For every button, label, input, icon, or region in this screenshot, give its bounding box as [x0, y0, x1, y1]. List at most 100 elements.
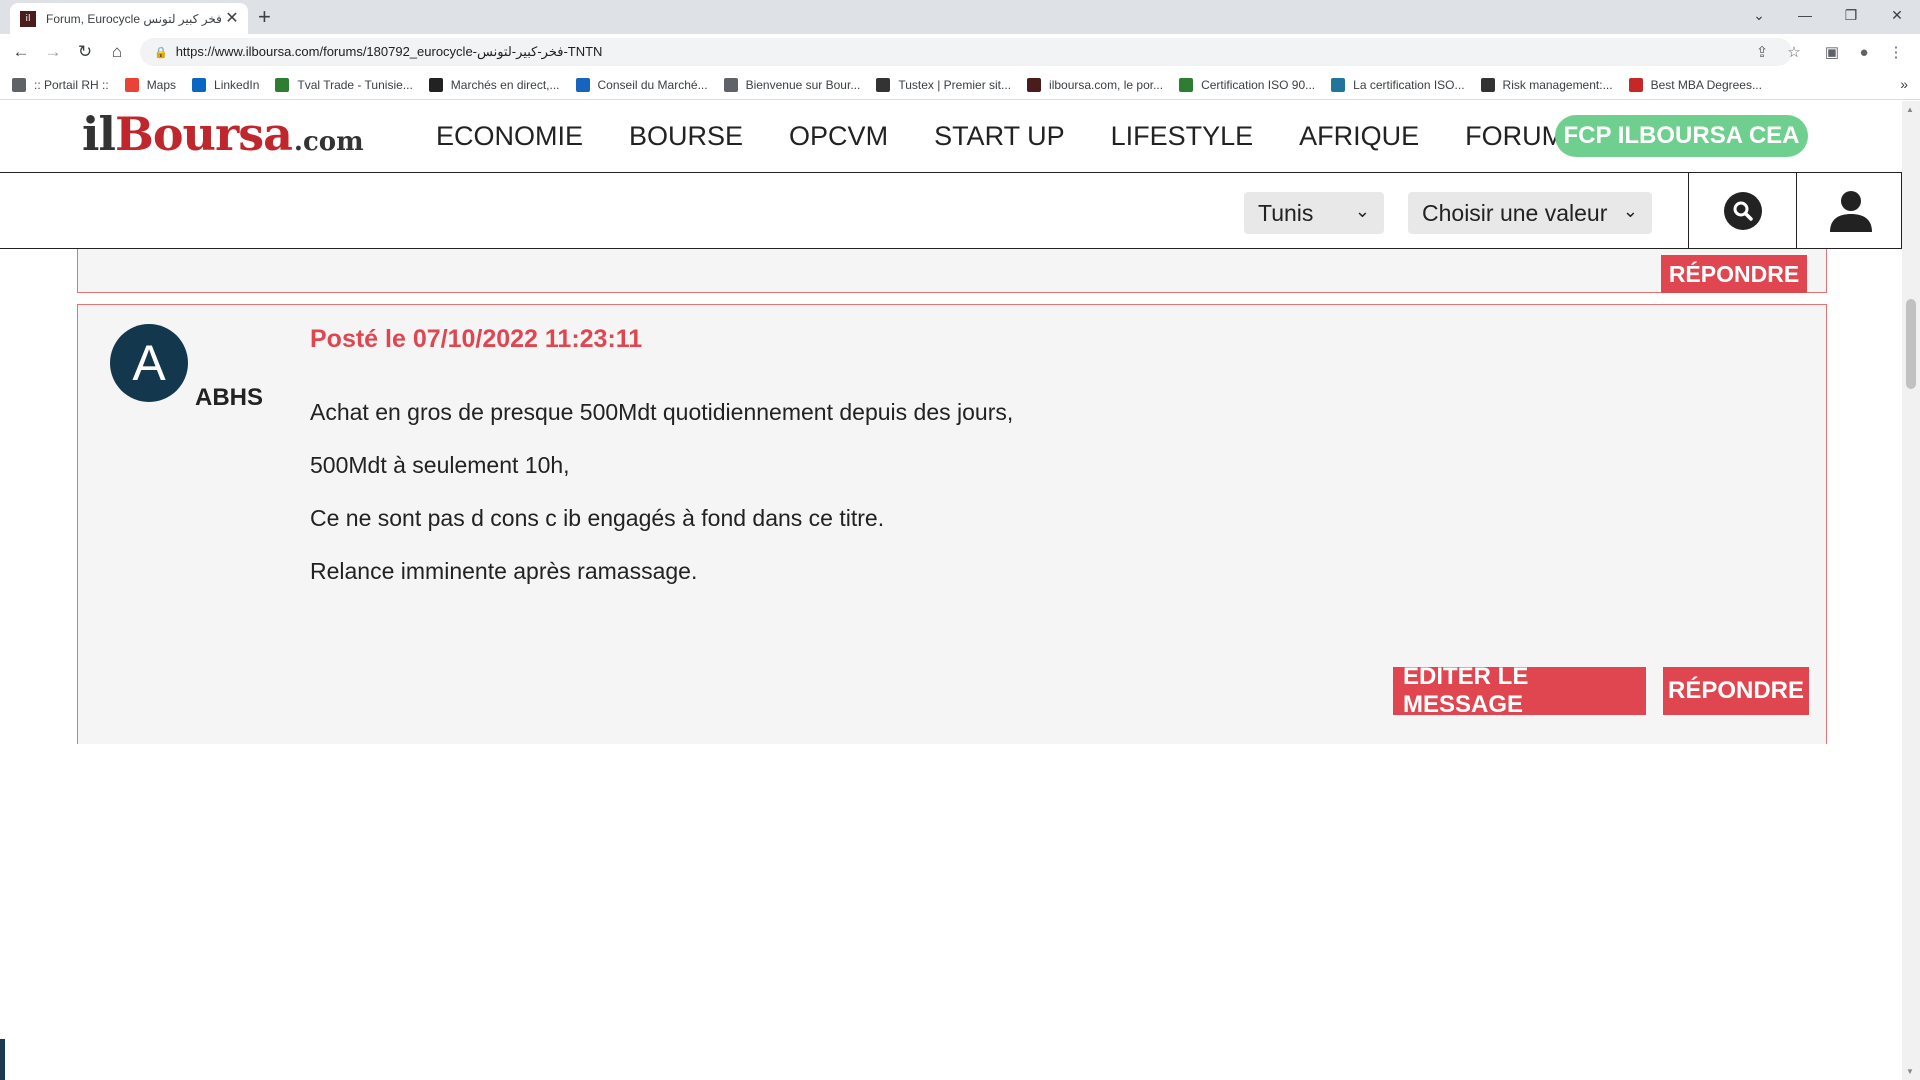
- browser-tabbar: il Forum, Eurocycle فخر كبير لتونس ✕ + ⌄…: [0, 0, 1920, 34]
- site-header: il Boursa .com ECONOMIE BOURSE OPCVM START …: [0, 101, 1902, 173]
- tval-icon: [275, 77, 290, 92]
- wordpress-icon: [1331, 77, 1346, 92]
- bookmark-label: Risk management:...: [1502, 77, 1613, 92]
- play-icon: [1179, 77, 1194, 92]
- post-paragraph: Relance imminente après ramassage.: [310, 558, 698, 584]
- bookmark-label: Maps: [146, 77, 177, 92]
- user-icon: [1829, 191, 1872, 232]
- bookmarks-bar: :: Portail RH :: Maps LinkedIn Tval Trade -…: [0, 70, 1920, 100]
- bookmark-item[interactable]: Certification ISO 90...: [1179, 77, 1316, 92]
- market-select[interactable]: Tunis ⌄: [1244, 192, 1384, 234]
- bookmark-item[interactable]: Bienvenue sur Bour...: [723, 77, 861, 92]
- bookmark-label: Tval Trade - Tunisie...: [297, 77, 413, 92]
- ilboursa-icon: [1027, 77, 1042, 92]
- site-logo[interactable]: il Boursa .com: [82, 107, 364, 167]
- edit-message-button[interactable]: EDITER LE MESSAGE: [1393, 663, 1646, 718]
- tustex-icon: [876, 77, 891, 92]
- forward-icon[interactable]: →: [41, 40, 65, 64]
- bookmarks-more-icon[interactable]: »: [1900, 76, 1908, 92]
- url-field[interactable]: 🔒 https://www.ilboursa.com/forums/180792…: [140, 38, 1792, 66]
- bookmark-item[interactable]: La certification ISO...: [1331, 77, 1465, 92]
- web-page: RÉPONDRE il Boursa .com ECONOMIE BOURSE OP…: [0, 101, 1920, 1080]
- restore-icon[interactable]: ❐: [1828, 0, 1874, 30]
- chevron-down-icon: ⌄: [1622, 201, 1638, 221]
- shield-icon: [1628, 77, 1643, 92]
- home-icon[interactable]: ⌂: [105, 40, 129, 64]
- bookmark-label: Conseil du Marché...: [597, 77, 708, 92]
- bookmark-item[interactable]: ilboursa.com, le por...: [1027, 77, 1164, 92]
- bookmark-item[interactable]: Maps: [124, 77, 177, 92]
- new-tab-icon[interactable]: +: [258, 5, 271, 29]
- search-button[interactable]: [1688, 173, 1796, 249]
- scrollbar-thumb[interactable]: [1906, 299, 1916, 389]
- nav-item-start-up[interactable]: START UP: [934, 121, 1065, 152]
- maps-pin-icon: [124, 77, 139, 92]
- post-author[interactable]: ABHS: [195, 384, 263, 412]
- bookmark-label: Marchés en direct,...: [450, 77, 560, 92]
- bookmark-star-icon[interactable]: ☆: [1782, 40, 1806, 64]
- avatar: A: [110, 324, 188, 402]
- value-select[interactable]: Choisir une valeur ⌄: [1408, 192, 1652, 234]
- reply-button[interactable]: RÉPONDRE: [1663, 667, 1809, 715]
- nav-item-forum[interactable]: FORUM: [1465, 121, 1564, 152]
- scroll-up-icon[interactable]: ▲: [1906, 105, 1914, 114]
- previous-reply-button[interactable]: RÉPONDRE: [1661, 255, 1807, 293]
- bookmark-label: ilboursa.com, le por...: [1049, 77, 1164, 92]
- triangle-icon: [575, 77, 590, 92]
- bookmark-item[interactable]: LinkedIn: [192, 77, 260, 92]
- forum-post: A ABHS Posté le 07/10/2022 11:23:11 Acha…: [77, 304, 1827, 744]
- sub-header: Tunis ⌄ Choisir une valeur ⌄: [0, 173, 1902, 249]
- tab-title: Forum, Eurocycle فخر كبير لتونس: [46, 11, 222, 26]
- nav-item-opcvm[interactable]: OPCVM: [789, 121, 888, 152]
- chevron-down-icon: ⌄: [1354, 201, 1370, 221]
- nav-item-afrique[interactable]: AFRIQUE: [1299, 121, 1419, 152]
- bookmark-item[interactable]: Marchés en direct,...: [428, 77, 560, 92]
- back-icon[interactable]: ←: [9, 40, 33, 64]
- tab-close-icon[interactable]: ✕: [224, 10, 240, 27]
- nav-item-lifestyle[interactable]: LIFESTYLE: [1111, 121, 1254, 152]
- bookmark-item[interactable]: Tustex | Premier sit...: [876, 77, 1012, 92]
- url-text: https://www.ilboursa.com/forums/180792_e…: [175, 44, 603, 59]
- post-paragraph: Achat en gros de presque 500Mdt quotidie…: [310, 399, 1014, 425]
- page-scrollbar[interactable]: ▲ ▼: [1902, 101, 1920, 1080]
- bookmark-label: :: Portail RH ::: [34, 77, 109, 92]
- qr-icon: [1480, 77, 1495, 92]
- bookmark-label: Tustex | Premier sit...: [898, 77, 1012, 92]
- bookmark-item[interactable]: Risk management:...: [1480, 77, 1613, 92]
- bookmark-item[interactable]: Conseil du Marché...: [575, 77, 708, 92]
- left-edge-marker: [0, 1039, 5, 1080]
- main-nav: ECONOMIE BOURSE OPCVM START UP LIFESTYLE AFRI…: [436, 121, 1610, 152]
- investing-icon: [428, 77, 443, 92]
- minimize-icon[interactable]: —: [1782, 0, 1828, 30]
- bookmark-item[interactable]: Best MBA Degrees...: [1628, 77, 1762, 92]
- ilboursa-favicon-icon: il: [20, 10, 36, 27]
- post-paragraph: 500Mdt à seulement 10h,: [310, 452, 570, 478]
- account-button[interactable]: [1796, 173, 1904, 249]
- bookmark-label: LinkedIn: [214, 77, 260, 92]
- post-paragraph: Ce ne sont pas d cons c ib engagés à fon…: [310, 505, 885, 531]
- lock-icon: 🔒: [154, 46, 168, 59]
- nav-item-economie[interactable]: ECONOMIE: [436, 121, 583, 152]
- post-date: Posté le 07/10/2022 11:23:11: [310, 325, 643, 353]
- post-body: Achat en gros de presque 500Mdt quotidie…: [310, 398, 1710, 610]
- nav-item-bourse[interactable]: BOURSE: [629, 121, 743, 152]
- linkedin-icon: [192, 77, 207, 92]
- tab-search-icon[interactable]: ⌄: [1736, 0, 1782, 30]
- bookmark-item[interactable]: :: Portail RH ::: [12, 77, 109, 92]
- share-icon[interactable]: ⇪: [1750, 40, 1774, 64]
- address-bar: ← → ↻ ⌂ 🔒 https://www.ilboursa.com/forum…: [0, 34, 1920, 70]
- bookmark-label: Best MBA Degrees...: [1650, 77, 1762, 92]
- fcp-cta-button[interactable]: FCP ILBOURSA CEA: [1555, 115, 1808, 157]
- browser-tab[interactable]: il Forum, Eurocycle فخر كبير لتونس ✕: [10, 3, 248, 34]
- scroll-down-icon[interactable]: ▼: [1906, 1067, 1914, 1076]
- reload-icon[interactable]: ↻: [73, 40, 97, 64]
- globe-icon: [12, 77, 26, 92]
- menu-icon[interactable]: ⋮: [1884, 40, 1908, 64]
- window-close-icon[interactable]: ✕: [1874, 0, 1920, 30]
- profile-icon[interactable]: ●: [1852, 40, 1876, 64]
- bookmark-label: Bienvenue sur Bour...: [745, 77, 861, 92]
- bookmark-label: La certification ISO...: [1353, 77, 1465, 92]
- bookmark-item[interactable]: Tval Trade - Tunisie...: [275, 77, 413, 92]
- bookmark-label: Certification ISO 90...: [1201, 77, 1316, 92]
- side-panel-icon[interactable]: ▣: [1820, 40, 1844, 64]
